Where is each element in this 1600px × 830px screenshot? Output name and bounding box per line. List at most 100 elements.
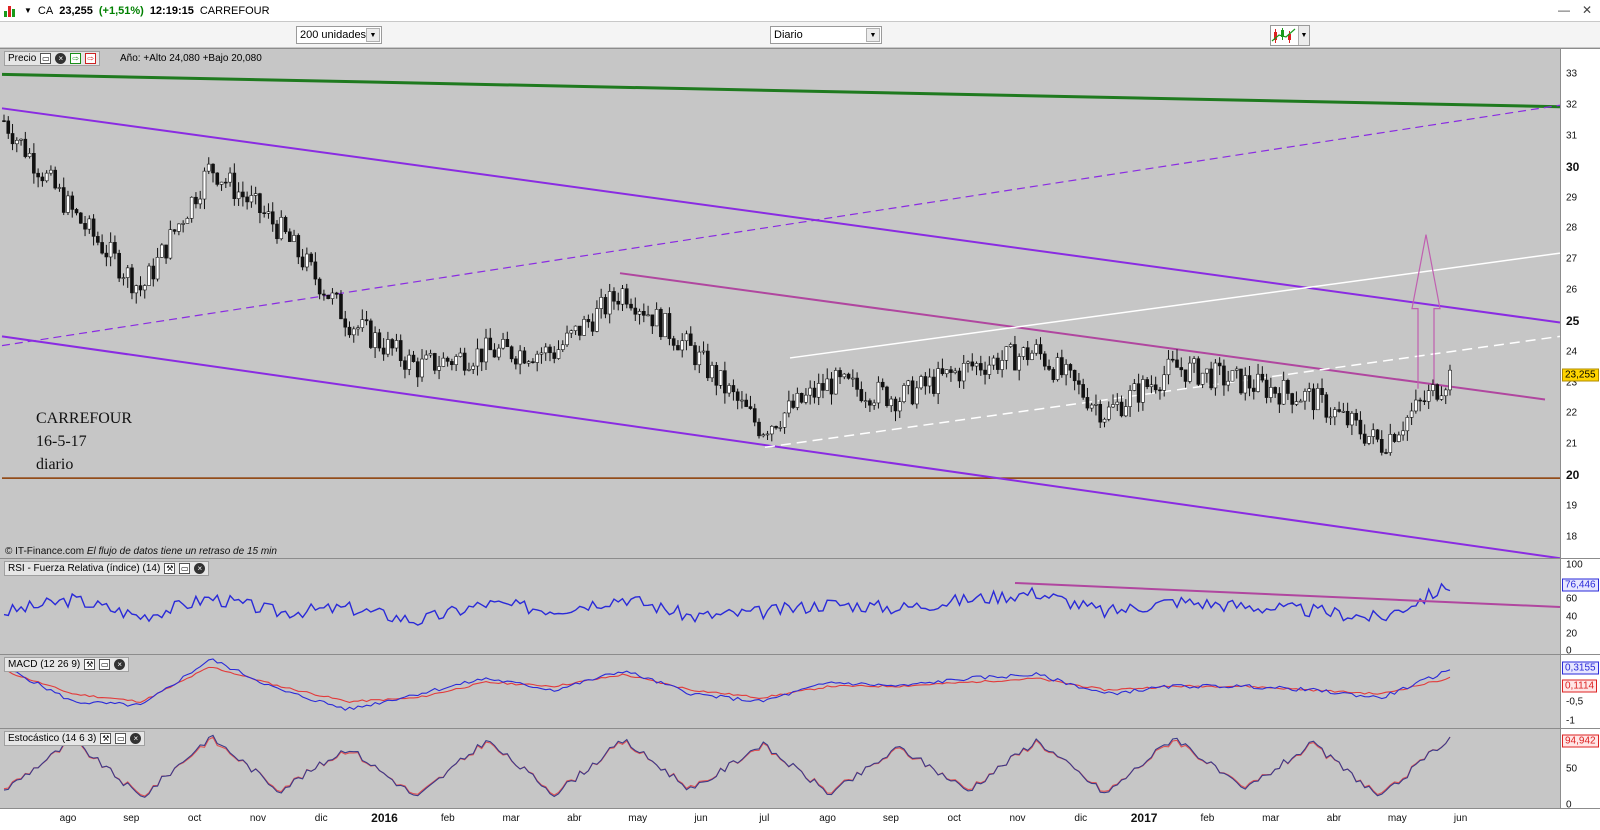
candle-body (654, 309, 659, 327)
candle-body (245, 196, 249, 203)
chart-type-button[interactable]: ▼ (1270, 25, 1310, 46)
candle-body (552, 352, 557, 359)
close-icon[interactable]: × (114, 659, 126, 670)
candle-body (1251, 387, 1256, 392)
chevron-down-icon[interactable]: ▼ (1298, 26, 1309, 45)
candle-body (718, 370, 723, 386)
candle-body (317, 278, 322, 295)
candle-body (1371, 429, 1376, 437)
candle-body (1414, 399, 1418, 412)
wrench-icon[interactable]: ⚒ (84, 659, 96, 670)
y-tick-label: 29 (1566, 192, 1578, 204)
candle-body (859, 389, 864, 402)
candle-body (851, 377, 855, 380)
minimize-icon[interactable]: — (1558, 3, 1570, 17)
candle-body (113, 242, 117, 254)
candle-body (1013, 344, 1017, 371)
chevron-down-icon[interactable]: ▼ (866, 28, 880, 42)
window-icon[interactable]: ▭ (99, 659, 111, 670)
candle-body (155, 257, 160, 280)
y-tick-label: 50 (1566, 763, 1578, 775)
candle-body (1098, 404, 1103, 423)
candle-body (919, 376, 923, 389)
wrench-icon[interactable]: ⚒ (100, 733, 112, 744)
candle-body (1409, 410, 1414, 418)
candle-body (458, 352, 463, 357)
window-icon[interactable]: ▭ (179, 563, 191, 574)
window-icon[interactable]: ▭ (40, 53, 52, 64)
candle-body (526, 361, 531, 364)
candle-body (752, 408, 757, 423)
stochastic-value-badge: 94,942 (1562, 734, 1599, 748)
candle-body (49, 169, 53, 174)
stochastic-k-line (3, 734, 1451, 798)
candle-body (667, 313, 672, 339)
candle-body (87, 218, 92, 230)
close-icon[interactable]: × (194, 563, 206, 574)
candle-body (1226, 380, 1230, 386)
symbol-label: CA (37, 4, 54, 17)
candle-body (1064, 364, 1068, 376)
candle-body (565, 332, 569, 346)
window-icon[interactable]: ▭ (115, 733, 127, 744)
candle-body (795, 393, 800, 408)
candle-body (927, 376, 932, 387)
candle-body (343, 318, 348, 328)
wrench-icon[interactable]: ⚒ (164, 563, 176, 574)
candle-body (1042, 353, 1047, 367)
bar-chart-icon[interactable] (4, 5, 18, 17)
candle-body (944, 369, 949, 375)
candle-body (1004, 346, 1009, 361)
close-icon[interactable]: × (55, 53, 67, 64)
candle-body (1183, 369, 1188, 382)
x-tick-label: feb (440, 813, 455, 824)
candle-body (595, 308, 599, 332)
candle-body (215, 172, 220, 185)
candle-body (381, 347, 386, 355)
chevron-down-icon[interactable]: ▼ (24, 6, 32, 15)
candle-body (390, 339, 394, 349)
candle-body (211, 163, 215, 174)
time-label: 12:19:15 (149, 4, 194, 17)
candle-body (450, 361, 454, 366)
candle-body (125, 267, 130, 278)
remove-icon[interactable]: ⇨ (85, 53, 97, 64)
candle-body (1439, 395, 1444, 400)
macd-panel-header: MACD (12 26 9) ⚒ ▭ × (4, 657, 130, 672)
candle-body (394, 340, 399, 349)
candle-body (386, 339, 390, 355)
candle-body (1435, 384, 1440, 400)
rsi-trendline (1014, 582, 1561, 608)
y-tick-label: 30 (1566, 159, 1580, 174)
candle-body (932, 376, 936, 394)
candle-body (1294, 401, 1299, 405)
chevron-down-icon[interactable]: ▼ (366, 28, 380, 42)
company-name: CARREFOUR (199, 4, 270, 17)
close-icon[interactable]: ✕ (1582, 3, 1592, 17)
candle-body (842, 373, 847, 378)
candle-body (2, 120, 6, 122)
candle-body (782, 412, 787, 428)
macd-value-badge: 0,3155 (1562, 661, 1599, 675)
candle-body (876, 381, 881, 404)
candle-body (1038, 344, 1043, 355)
units-select[interactable]: 200 unidades ▼ (296, 26, 382, 44)
candle-body (1145, 379, 1149, 388)
candle-body (189, 196, 194, 219)
candle-body (467, 369, 471, 371)
candle-body (791, 400, 795, 408)
candle-body (723, 370, 727, 394)
y-tick-label: 27 (1566, 253, 1578, 265)
candle-body (142, 285, 147, 291)
period-select[interactable]: Diario ▼ (770, 26, 882, 44)
time-axis: ago sep oct nov dic 2016 feb mar abr may jun jul ago… (0, 808, 1600, 830)
candle-body (83, 223, 87, 230)
export-icon[interactable]: ⇨ (70, 53, 82, 64)
close-icon[interactable]: × (130, 733, 142, 744)
candle-body (799, 393, 804, 403)
candle-body (1085, 397, 1090, 409)
toolbar: 200 unidades ▼ Diario ▼ ▼ (0, 22, 1600, 48)
price-panel-header: Precio ▭ × ⇨ ⇨ (4, 51, 101, 66)
candle-body (78, 212, 83, 224)
candle-body (761, 434, 766, 437)
